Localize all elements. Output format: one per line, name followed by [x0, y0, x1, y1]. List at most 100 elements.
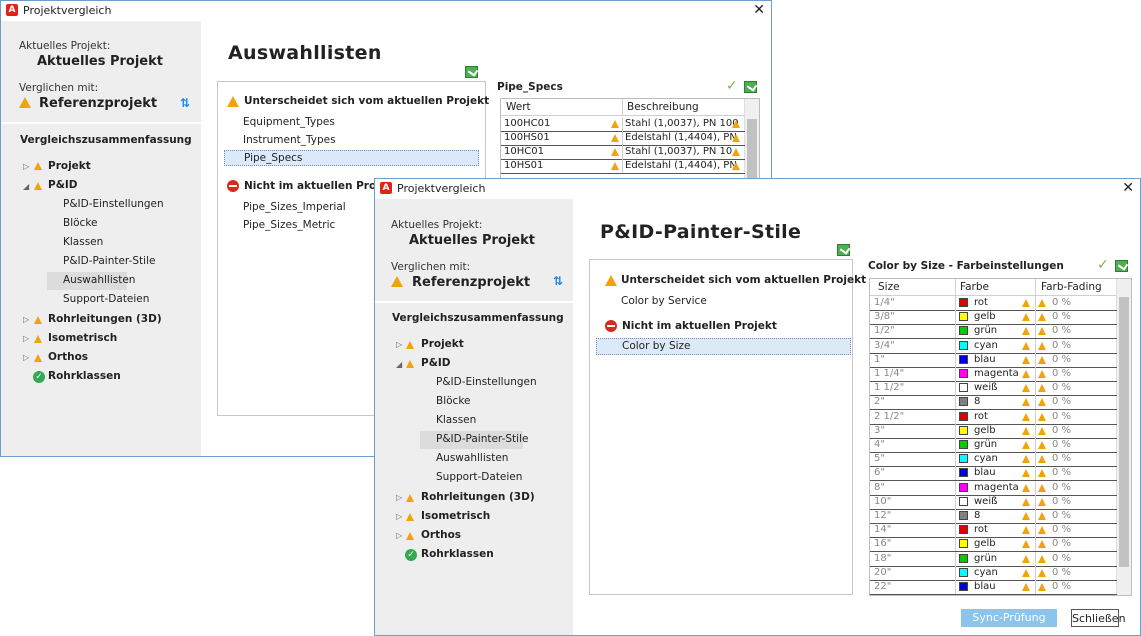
- swap-arrows-icon[interactable]: ⇅: [180, 96, 190, 110]
- list-item-selected[interactable]: Pipe_Specs: [224, 150, 479, 166]
- sync-icon[interactable]: [1115, 260, 1128, 272]
- table-row[interactable]: 4" grün 0 %: [870, 438, 1117, 453]
- tree-item-klassen[interactable]: Klassen: [436, 414, 476, 426]
- column-header[interactable]: Farbe: [960, 281, 989, 293]
- swap-arrows-icon[interactable]: ⇅: [553, 274, 563, 288]
- list-item[interactable]: Color by Service: [621, 295, 707, 307]
- tree-item-support-dateien[interactable]: Support-Dateien: [436, 471, 522, 483]
- table-row[interactable]: 1 1/2" weiß 0 %: [870, 381, 1117, 397]
- tree-item-auswahllisten[interactable]: Auswahllisten: [63, 274, 135, 286]
- list-item[interactable]: Pipe_Sizes_Imperial: [243, 201, 346, 213]
- table-row[interactable]: 6" blau 0 %: [870, 466, 1117, 482]
- tree-item-isometrisch[interactable]: Isometrisch: [48, 332, 117, 344]
- tree-item-rohrklassen[interactable]: Rohrklassen: [421, 548, 494, 560]
- table-row[interactable]: 1/4" rot 0 %: [870, 296, 1117, 311]
- tree-item-projekt[interactable]: Projekt: [421, 338, 464, 350]
- column-separator: [955, 565, 956, 580]
- table-row[interactable]: 1" blau 0 %: [870, 352, 1117, 368]
- list-item[interactable]: Equipment_Types: [243, 116, 335, 128]
- table-row[interactable]: 10HC01 Stahl (1,0037), PN 10: [501, 145, 745, 160]
- tree-item-pid-einstellungen[interactable]: P&ID-Einstellungen: [63, 198, 164, 210]
- list-item[interactable]: Pipe_Sizes_Metric: [243, 219, 335, 231]
- list-item[interactable]: Instrument_Types: [243, 134, 336, 146]
- tree-item-pid-einstellungen[interactable]: P&ID-Einstellungen: [436, 376, 537, 388]
- tree-item-painter-stile[interactable]: P&ID-Painter-Stile: [63, 255, 155, 267]
- warning-icon: [1038, 327, 1046, 336]
- tree-item-support-dateien[interactable]: Support-Dateien: [63, 293, 149, 305]
- tree-item-auswahllisten[interactable]: Auswahllisten: [436, 452, 508, 464]
- tree-item-orthos[interactable]: Orthos: [421, 529, 461, 541]
- sync-icon[interactable]: [744, 81, 757, 93]
- table-row[interactable]: 5" cyan 0 %: [870, 452, 1117, 468]
- warning-icon: [1038, 398, 1046, 407]
- table-row[interactable]: 1 1/4" magenta 0 %: [870, 367, 1117, 382]
- warning-icon: [406, 532, 414, 540]
- collapse-icon[interactable]: ◢: [23, 182, 29, 191]
- tree-item-pid[interactable]: P&ID: [48, 179, 77, 191]
- cell-farbe: blau: [974, 353, 996, 365]
- expand-icon[interactable]: ▷: [396, 340, 402, 349]
- table-row[interactable]: 10HS01 Edelstahl (1,4404), PN: [501, 159, 745, 174]
- expand-icon[interactable]: ▷: [396, 493, 402, 502]
- warning-icon: [1038, 512, 1046, 520]
- table-row[interactable]: 14" rot 0 %: [870, 523, 1117, 539]
- table-row[interactable]: 3/8" gelb 0 %: [870, 310, 1117, 326]
- tree-item-projekt[interactable]: Projekt: [48, 160, 91, 172]
- table-row[interactable]: 3" gelb 0 %: [870, 423, 1117, 439]
- column-header[interactable]: Beschreibung: [627, 101, 699, 113]
- cell-beschreibung: Edelstahl (1,4404), PN: [625, 160, 737, 171]
- autocad-plant-icon: A: [6, 4, 18, 16]
- expand-icon[interactable]: ▷: [396, 531, 402, 540]
- table-row[interactable]: 10" weiß 0 %: [870, 494, 1117, 510]
- scrollbar[interactable]: [1116, 279, 1131, 595]
- scrollbar-thumb[interactable]: [747, 119, 757, 179]
- tree-item-rohrleitungen[interactable]: Rohrleitungen (3D): [421, 491, 535, 503]
- close-icon[interactable]: ✕: [1122, 180, 1134, 196]
- tree-item-rohrleitungen[interactable]: Rohrleitungen (3D): [48, 313, 162, 325]
- list-item-selected[interactable]: Color by Size: [596, 338, 851, 355]
- tree-item-bloecke[interactable]: Blöcke: [436, 395, 470, 407]
- sync-icon[interactable]: [465, 66, 478, 78]
- tree-item-rohrklassen[interactable]: Rohrklassen: [48, 370, 121, 382]
- table-row[interactable]: 2" 8 0 %: [870, 395, 1117, 411]
- collapse-icon[interactable]: ◢: [396, 360, 402, 369]
- warning-icon: [1038, 384, 1046, 393]
- table-row[interactable]: 3/4" cyan 0 %: [870, 338, 1117, 354]
- column-header[interactable]: Wert: [506, 101, 531, 113]
- expand-icon[interactable]: ▷: [23, 334, 29, 343]
- warning-icon: [1022, 327, 1030, 336]
- sync-icon[interactable]: [837, 244, 850, 256]
- table-row[interactable]: 100HC01 Stahl (1,0037), PN 100: [501, 117, 745, 132]
- table-row[interactable]: 20" cyan 0 %: [870, 565, 1117, 581]
- tree-item-klassen[interactable]: Klassen: [63, 236, 103, 248]
- warning-icon: [605, 275, 617, 286]
- expand-icon[interactable]: ▷: [23, 162, 29, 171]
- scrollbar[interactable]: [744, 99, 759, 182]
- warning-icon: [611, 162, 619, 170]
- column-separator: [955, 395, 956, 410]
- expand-icon[interactable]: ▷: [23, 353, 29, 362]
- tree-item-isometrisch[interactable]: Isometrisch: [421, 510, 490, 522]
- column-header[interactable]: Farb-Fading: [1041, 281, 1102, 293]
- column-header[interactable]: Size: [878, 281, 900, 293]
- expand-icon[interactable]: ▷: [23, 315, 29, 324]
- table-row[interactable]: 16" gelb 0 %: [870, 537, 1117, 553]
- close-icon[interactable]: ✕: [753, 2, 765, 18]
- sync-check-button[interactable]: Sync-Prüfung: [961, 609, 1057, 627]
- tree-item-painter-stile[interactable]: P&ID-Painter-Stile: [436, 433, 528, 445]
- table-row[interactable]: 8" magenta 0 %: [870, 480, 1117, 496]
- column-separator: [955, 438, 956, 452]
- close-button[interactable]: Schließen: [1071, 609, 1126, 627]
- table-row[interactable]: 2 1/2" rot 0 %: [870, 409, 1117, 425]
- table-row[interactable]: 100HS01 Edelstahl (1,4404), PN: [501, 131, 745, 146]
- cell-fading: 0 %: [1052, 566, 1072, 578]
- expand-icon[interactable]: ▷: [396, 512, 402, 521]
- tree-item-bloecke[interactable]: Blöcke: [63, 217, 97, 229]
- table-row[interactable]: 1/2" grün 0 %: [870, 324, 1117, 340]
- table-row[interactable]: 12" 8 0 %: [870, 509, 1117, 524]
- tree-item-orthos[interactable]: Orthos: [48, 351, 88, 363]
- tree-item-pid[interactable]: P&ID: [421, 357, 450, 369]
- table-row[interactable]: 18" grün 0 %: [870, 551, 1117, 567]
- scrollbar-thumb[interactable]: [1119, 297, 1129, 567]
- table-row[interactable]: 22" blau 0 %: [870, 580, 1117, 595]
